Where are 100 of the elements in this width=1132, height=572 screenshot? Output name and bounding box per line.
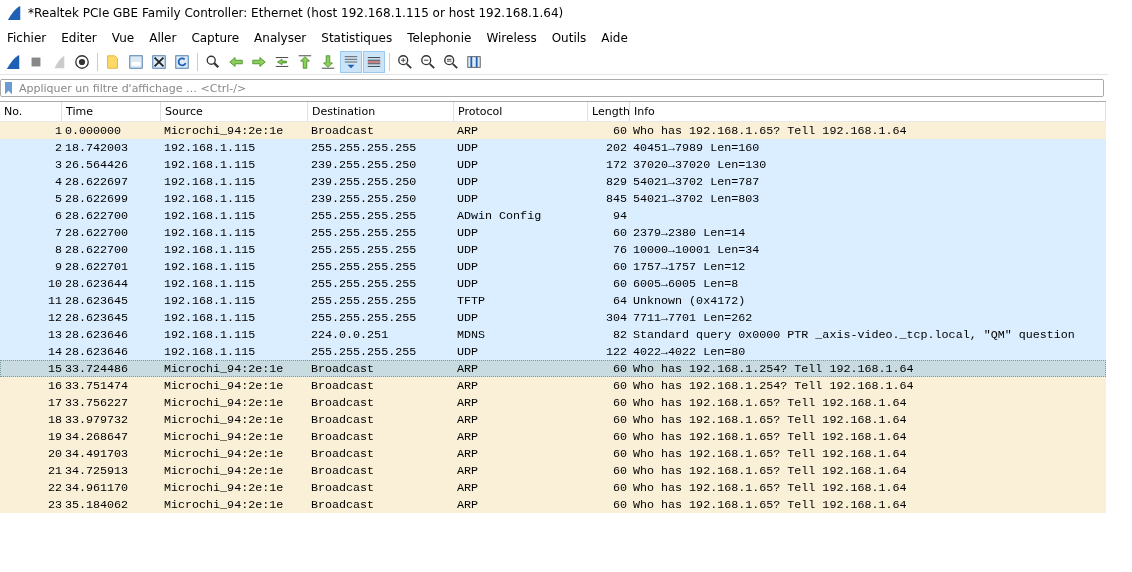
menu-item[interactable]: Aller (149, 31, 177, 45)
table-cell-text: 60 (611, 446, 628, 461)
menu-item[interactable]: Outils (551, 31, 587, 45)
table-cell-text: 192.168.1.115 (163, 259, 257, 274)
table-cell-text: 8 (54, 242, 62, 257)
packet-row[interactable]: 23 35.184062 Microchi_94:2e:1e Broadcast ARP 60 Who has 192.168.1.65? Tell 192.168.1.64 (0, 496, 1106, 513)
packet-row[interactable]: 18 33.979732 Microchi_94:2e:1e Broadcast ARP 60 Who has 192.168.1.65? Tell 192.168.1.64 (0, 411, 1106, 428)
table-cell-text: 28.622697 (64, 174, 130, 189)
packet-row[interactable]: 15 33.724486 Microchi_94:2e:1e Broadcast ARP 60 Who has 192.168.1.254? Tell 192.168.1.64 (0, 360, 1106, 377)
column-header[interactable]: Info (630, 102, 1106, 121)
table-cell-text: 60 (611, 497, 628, 512)
table-cell-text: 10 (46, 276, 62, 291)
table-cell-text: 192.168.1.115 (163, 327, 257, 342)
table-cell-text: 28.622699 (64, 191, 130, 206)
packet-row[interactable]: 11 28.623645 192.168.1.115 255.255.255.255 TFTP 64 Unknown (0x4172) (0, 292, 1106, 309)
table-cell-text: 22 (46, 480, 62, 495)
column-header[interactable]: No. (0, 102, 62, 121)
menu-item[interactable]: Editer (61, 31, 97, 45)
table-cell-text: 18.742003 (64, 140, 130, 155)
packet-row[interactable]: 13 28.623646 192.168.1.115 224.0.0.251 MDNS 82 Standard query 0x0000 PTR _axis-video._tcp.local, "QM" question (0, 326, 1106, 343)
table-cell-text: 192.168.1.115 (163, 140, 257, 155)
menu-item[interactable]: Vue (111, 31, 135, 45)
table-cell-text: 94 (611, 208, 628, 223)
table-cell-text: UDP (456, 276, 480, 291)
table-cell-text: UDP (456, 157, 480, 172)
table-cell-text: 2379→2380 Len=14 (632, 225, 747, 240)
table-cell-text: 224.0.0.251 (310, 327, 390, 342)
table-cell-text: Broadcast (310, 361, 376, 376)
packet-row[interactable]: 19 34.268647 Microchi_94:2e:1e Broadcast ARP 60 Who has 192.168.1.65? Tell 192.168.1.64 (0, 428, 1106, 445)
column-header[interactable]: Destination (308, 102, 454, 121)
autoscroll-icon[interactable] (340, 51, 362, 73)
packet-row[interactable]: 22 34.961170 Microchi_94:2e:1e Broadcast ARP 60 Who has 192.168.1.65? Tell 192.168.1.64 (0, 479, 1106, 496)
table-cell-text: 192.168.1.115 (163, 293, 257, 308)
table-cell-text: 122 (604, 344, 628, 359)
table-cell-text: 829 (604, 174, 628, 189)
menu-item[interactable]: Analyser (254, 31, 307, 45)
packet-row[interactable]: 9 28.622701 192.168.1.115 255.255.255.255 UDP 60 1757→1757 Len=12 (0, 258, 1106, 275)
filter-field[interactable]: Appliquer un filtre d'affichage … <Ctrl-/> (0, 79, 1104, 97)
packet-row[interactable]: 4 28.622697 192.168.1.115 239.255.255.250 UDP 829 54021→3702 Len=787 (0, 173, 1106, 190)
packet-row[interactable]: 21 34.725913 Microchi_94:2e:1e Broadcast ARP 60 Who has 192.168.1.65? Tell 192.168.1.64 (0, 462, 1106, 479)
table-cell-text: 16 (46, 378, 62, 393)
table-cell-text: 172 (604, 157, 628, 172)
table-cell-text: 37020→37020 Len=130 (632, 157, 768, 172)
table-cell-text: 10000→10001 Len=34 (632, 242, 761, 257)
packet-row[interactable]: 17 33.756227 Microchi_94:2e:1e Broadcast ARP 60 Who has 192.168.1.65? Tell 192.168.1.64 (0, 394, 1106, 411)
packet-row[interactable]: 6 28.622700 192.168.1.115 255.255.255.255 ADwin Config 94 (0, 207, 1106, 224)
table-cell-text: 23 (46, 497, 62, 512)
column-header[interactable]: Source (161, 102, 308, 121)
column-header[interactable]: Length (588, 102, 630, 121)
table-cell-text: Who has 192.168.1.65? Tell 192.168.1.64 (632, 395, 908, 410)
table-cell-text: Who has 192.168.1.65? Tell 192.168.1.64 (632, 412, 908, 427)
table-cell-text: MDNS (456, 327, 487, 342)
table-cell-text: 33.979732 (64, 412, 130, 427)
table-cell-text: 54021→3702 Len=787 (632, 174, 761, 189)
menu-item[interactable]: Statistiques (321, 31, 393, 45)
table-cell-text: 192.168.1.115 (163, 276, 257, 291)
packet-row[interactable]: 2 18.742003 192.168.1.115 255.255.255.255 UDP 202 40451→7989 Len=160 (0, 139, 1106, 156)
menu-item[interactable]: Aide (601, 31, 628, 45)
table-cell-text: 60 (611, 259, 628, 274)
bookmark-icon[interactable] (4, 81, 13, 95)
packet-row[interactable]: 1 0.000000 Microchi_94:2e:1e Broadcast ARP 60 Who has 192.168.1.65? Tell 192.168.1.64 (0, 122, 1106, 139)
packet-row[interactable]: 8 28.622700 192.168.1.115 255.255.255.255 UDP 76 10000→10001 Len=34 (0, 241, 1106, 258)
menu-item[interactable]: Fichier (7, 31, 47, 45)
table-cell-text: Who has 192.168.1.254? Tell 192.168.1.64 (632, 361, 915, 376)
menu-item[interactable]: Telephonie (407, 31, 472, 45)
table-cell-text: ARP (456, 395, 480, 410)
table-cell-text: 239.255.255.250 (310, 174, 418, 189)
table-cell-text: UDP (456, 140, 480, 155)
table-cell-text: 60 (611, 225, 628, 240)
packet-row[interactable]: 14 28.623646 192.168.1.115 255.255.255.255 UDP 122 4022→4022 Len=80 (0, 343, 1106, 360)
table-cell-text: 64 (611, 293, 628, 308)
packet-row[interactable]: 5 28.622699 192.168.1.115 239.255.255.250 UDP 845 54021→3702 Len=803 (0, 190, 1106, 207)
table-cell-text: UDP (456, 310, 480, 325)
table-cell-text: ARP (456, 361, 480, 376)
table-cell-text: 12 (46, 310, 62, 325)
packet-row[interactable]: 3 26.564426 192.168.1.115 239.255.255.250 UDP 172 37020→37020 Len=130 (0, 156, 1106, 173)
packet-row[interactable]: 10 28.623644 192.168.1.115 255.255.255.255 UDP 60 6005→6005 Len=8 (0, 275, 1106, 292)
table-cell-text: 11 (46, 293, 62, 308)
lines-icon[interactable] (363, 51, 385, 73)
column-header[interactable]: Protocol (454, 102, 588, 121)
menu-item[interactable]: Wireless (486, 31, 537, 45)
table-cell-text: Who has 192.168.1.65? Tell 192.168.1.64 (632, 480, 908, 495)
table-cell-text: Broadcast (310, 395, 376, 410)
table-cell-text: 192.168.1.115 (163, 157, 257, 172)
table-cell-text: 34.491703 (64, 446, 130, 461)
packet-row[interactable]: 12 28.623645 192.168.1.115 255.255.255.255 UDP 304 7711→7701 Len=262 (0, 309, 1106, 326)
table-cell-text: ARP (456, 480, 480, 495)
table-cell-text: 255.255.255.255 (310, 259, 418, 274)
table-cell-text: Broadcast (310, 123, 376, 138)
table-cell-text: 20 (46, 446, 62, 461)
column-header[interactable]: Time (62, 102, 161, 121)
table-cell-text: 60 (611, 429, 628, 444)
packet-row[interactable]: 20 34.491703 Microchi_94:2e:1e Broadcast ARP 60 Who has 192.168.1.65? Tell 192.168.1.64 (0, 445, 1106, 462)
table-cell-text: 60 (611, 412, 628, 427)
table-cell-text: ARP (456, 429, 480, 444)
packet-row[interactable]: 7 28.622700 192.168.1.115 255.255.255.255 UDP 60 2379→2380 Len=14 (0, 224, 1106, 241)
table-cell-text: 9 (54, 259, 62, 274)
packet-row[interactable]: 16 33.751474 Microchi_94:2e:1e Broadcast ARP 60 Who has 192.168.1.254? Tell 192.168.1.64 (0, 377, 1106, 394)
table-cell-text: ARP (456, 497, 480, 512)
menu-item[interactable]: Capture (191, 31, 240, 45)
